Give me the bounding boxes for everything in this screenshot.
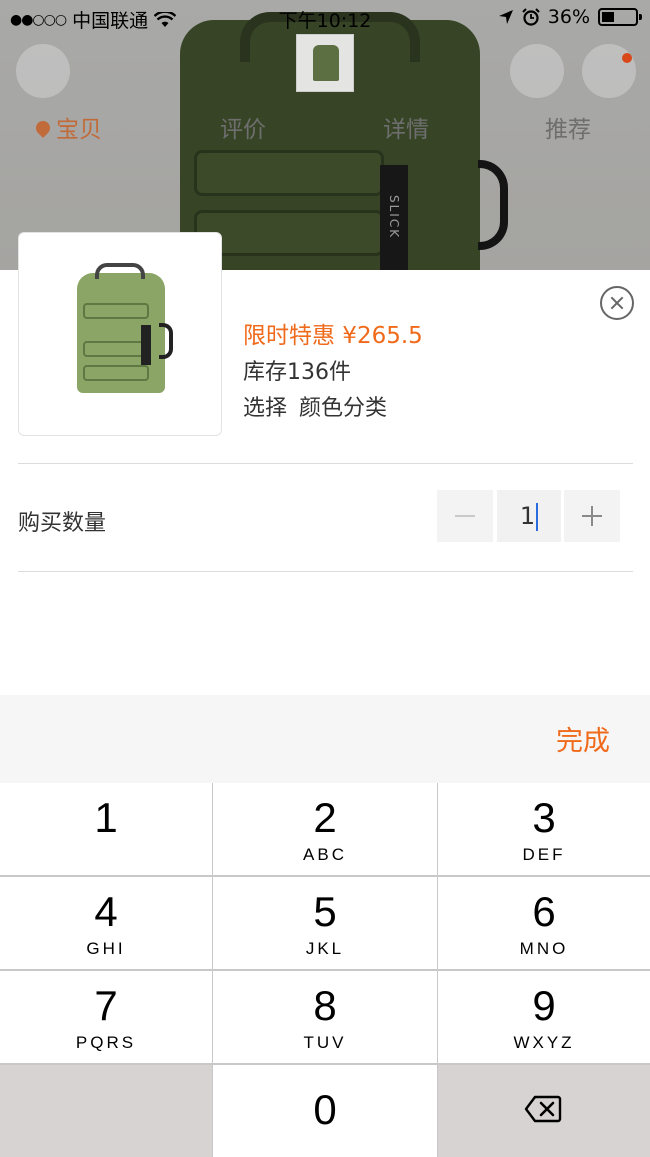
minus-icon bbox=[455, 515, 475, 517]
choose-label: 选择 bbox=[243, 396, 288, 421]
key-letters: GHI bbox=[86, 939, 126, 958]
key-letters: ABC bbox=[303, 845, 347, 864]
key-digit: 2 bbox=[313, 794, 337, 841]
backspace-icon bbox=[524, 1095, 562, 1123]
key-digit: 8 bbox=[313, 982, 337, 1029]
tab-details[interactable]: 详情 bbox=[383, 110, 429, 144]
key-digit: 1 bbox=[94, 794, 118, 841]
tab-label: 推荐 bbox=[545, 117, 591, 143]
close-icon[interactable] bbox=[600, 286, 634, 320]
key-4[interactable]: 4 GHI bbox=[0, 877, 212, 969]
location-pin-icon bbox=[33, 118, 53, 138]
key-0[interactable]: 0 bbox=[213, 1065, 437, 1157]
stock-label: 库存136件 bbox=[243, 360, 351, 385]
status-bar: ●●○○○ 中国联通 下午10:12 36% bbox=[0, 0, 650, 36]
product-thumbnail bbox=[18, 232, 222, 436]
divider bbox=[18, 463, 633, 464]
header-product-thumbnail bbox=[296, 34, 354, 92]
key-letters: TUV bbox=[303, 1033, 347, 1052]
key-letters: MNO bbox=[519, 939, 569, 958]
tab-recommend[interactable]: 推荐 bbox=[545, 110, 591, 144]
key-letters: JKL bbox=[305, 939, 345, 958]
back-button[interactable] bbox=[16, 44, 70, 98]
quantity-input[interactable]: 1 bbox=[497, 490, 561, 542]
battery-percent: 36% bbox=[547, 6, 590, 28]
key-letters: WXYZ bbox=[513, 1033, 575, 1052]
key-7[interactable]: 7 PQRS bbox=[0, 971, 212, 1063]
quantity-increase-button[interactable] bbox=[564, 490, 620, 542]
key-letters: DEF bbox=[522, 845, 566, 864]
key-digit: 9 bbox=[532, 982, 556, 1029]
key-digit: 7 bbox=[94, 982, 118, 1029]
key-blank bbox=[0, 1065, 212, 1157]
key-digit: 5 bbox=[313, 888, 337, 935]
quantity-value: 1 bbox=[519, 502, 536, 530]
quantity-label: 购买数量 bbox=[18, 511, 107, 536]
notification-dot bbox=[622, 53, 632, 63]
tab-label: 评价 bbox=[220, 117, 266, 143]
quantity-decrease-button[interactable] bbox=[437, 490, 493, 542]
text-caret bbox=[536, 503, 539, 531]
tab-item[interactable]: 宝贝 bbox=[33, 110, 102, 144]
key-9[interactable]: 9 WXYZ bbox=[438, 971, 650, 1063]
screen: SLICK 宝贝 评价 详情 推荐 ●●○○○ 中国联通 下午10:12 36% bbox=[0, 0, 650, 1157]
share-button[interactable] bbox=[510, 44, 564, 98]
backspace-key[interactable] bbox=[438, 1065, 650, 1157]
battery-icon bbox=[598, 8, 642, 26]
key-6[interactable]: 6 MNO bbox=[438, 877, 650, 969]
key-2[interactable]: 2 ABC bbox=[213, 783, 437, 875]
tab-label: 详情 bbox=[383, 117, 429, 143]
price-label: 限时特惠 ¥265.5 bbox=[243, 323, 423, 349]
tab-label: 宝贝 bbox=[56, 117, 102, 143]
key-8[interactable]: 8 TUV bbox=[213, 971, 437, 1063]
key-5[interactable]: 5 JKL bbox=[213, 877, 437, 969]
key-letters: PQRS bbox=[75, 1033, 137, 1052]
key-3[interactable]: 3 DEF bbox=[438, 783, 650, 875]
key-digit: 6 bbox=[532, 888, 556, 935]
location-arrow-icon bbox=[498, 10, 513, 24]
key-digit: 3 bbox=[532, 794, 556, 841]
key-1[interactable]: 1 bbox=[0, 783, 212, 875]
key-digit: 4 bbox=[94, 888, 118, 935]
keyboard-toolbar: 完成 bbox=[0, 695, 650, 783]
choose-value: 颜色分类 bbox=[299, 396, 388, 421]
product-tabs: 宝贝 评价 详情 推荐 bbox=[0, 110, 650, 150]
key-digit: 0 bbox=[313, 1086, 337, 1133]
done-button[interactable]: 完成 bbox=[556, 719, 610, 758]
selection-hint: 选择 颜色分类 bbox=[243, 390, 387, 422]
tab-reviews[interactable]: 评价 bbox=[220, 110, 266, 144]
divider bbox=[18, 571, 633, 572]
numeric-keypad: 1 2 ABC 3 DEF 4 GHI 5 JKL 6 MNO 7 PQRS 8 TUV 9 W… bbox=[0, 783, 650, 1157]
alarm-icon bbox=[522, 8, 540, 26]
